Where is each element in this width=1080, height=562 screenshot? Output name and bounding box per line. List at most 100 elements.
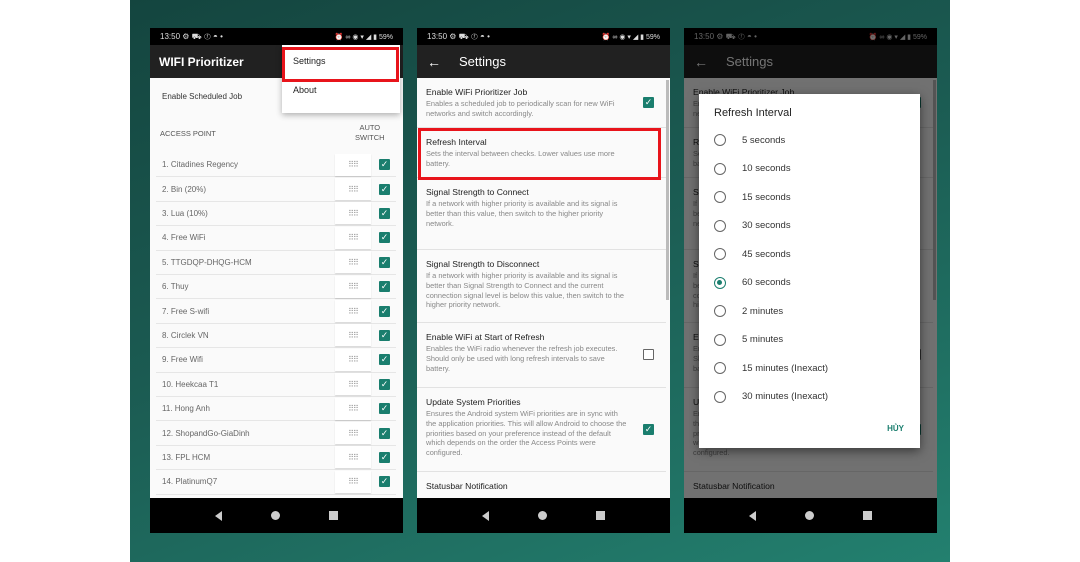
access-point-name: 12. ShopandGo-GiaDinh bbox=[162, 428, 250, 438]
auto-switch-checkbox[interactable]: ✓ bbox=[379, 183, 390, 195]
radio-option[interactable]: 30 minutes (Inexact) bbox=[714, 387, 828, 407]
enable-scheduled-job-label[interactable]: Enable Scheduled Job bbox=[162, 92, 242, 101]
auto-switch-checkbox[interactable]: ✓ bbox=[379, 329, 390, 341]
radio-option[interactable]: 2 minutes bbox=[714, 301, 783, 321]
drag-handle-icon[interactable]: ⠿⠿ bbox=[335, 373, 371, 396]
radio-option[interactable]: 10 seconds bbox=[714, 159, 791, 179]
back-icon[interactable] bbox=[481, 510, 489, 521]
highlight-refresh-interval bbox=[418, 128, 661, 180]
radio-option-label: 2 minutes bbox=[742, 305, 784, 317]
access-point-name: 6. Thuy bbox=[162, 282, 189, 292]
auto-switch-checkbox[interactable]: ✓ bbox=[379, 354, 390, 366]
drag-handle-icon[interactable]: ⠿⠿ bbox=[335, 300, 371, 323]
setting-item[interactable]: Signal Strength to Disconnect If a networ… bbox=[417, 250, 666, 323]
auto-switch-checkbox[interactable]: ✓ bbox=[379, 207, 390, 219]
drag-handle-icon[interactable]: ⠿⠿ bbox=[335, 226, 371, 249]
radio-option[interactable]: 30 seconds bbox=[714, 216, 791, 236]
auto-switch-checkbox[interactable]: ✓ bbox=[379, 476, 390, 488]
drag-handle-icon[interactable]: ⠿⠿ bbox=[335, 397, 371, 420]
radio-option-label: 10 seconds bbox=[742, 163, 791, 174]
access-point-row[interactable]: 1. Citadines Regency ⠿⠿ ✓ bbox=[156, 153, 396, 178]
drag-handle-icon[interactable]: ⠿⠿ bbox=[335, 202, 371, 225]
access-point-row[interactable]: 5. TTGDQP-DHQG-HCM ⠿⠿ ✓ bbox=[156, 251, 396, 275]
drag-handle-icon[interactable]: ⠿⠿ bbox=[335, 251, 371, 274]
setting-checkbox[interactable]: ✓ bbox=[643, 96, 654, 108]
back-icon[interactable] bbox=[748, 510, 756, 521]
radio-option[interactable]: 15 minutes (Inexact) bbox=[714, 358, 828, 378]
menu-item-about[interactable]: About bbox=[293, 85, 317, 95]
radio-option-label: 30 seconds bbox=[742, 220, 791, 231]
drag-handle-icon[interactable]: ⠿⠿ bbox=[335, 348, 371, 371]
access-point-name: 9. Free Wifi bbox=[162, 355, 203, 365]
access-point-name: 10. Heekcaa T1 bbox=[162, 379, 219, 389]
access-point-row[interactable]: 3. Lua (10%) ⠿⠿ ✓ bbox=[156, 202, 396, 227]
drag-handle-icon[interactable]: ⠿⠿ bbox=[335, 324, 371, 347]
drag-handle-icon[interactable]: ⠿⠿ bbox=[335, 470, 371, 493]
access-point-row[interactable]: 6. Thuy ⠿⠿ ✓ bbox=[156, 275, 396, 300]
battery-level: 59% bbox=[645, 33, 660, 41]
access-point-row[interactable]: 14. PlatinumQ7 ⠿⠿ ✓ bbox=[156, 470, 396, 495]
drag-handle-icon[interactable]: ⠿⠿ bbox=[335, 178, 371, 201]
setting-item[interactable]: Enable WiFi at Start of Refresh Enables t… bbox=[417, 323, 666, 388]
radio-button-icon[interactable] bbox=[714, 276, 726, 289]
drag-handle-icon[interactable]: ⠿⠿ bbox=[335, 446, 371, 469]
radio-button-icon[interactable] bbox=[714, 362, 726, 374]
access-point-row[interactable]: 11. Hong Anh ⠿⠿ ✓ bbox=[156, 397, 396, 422]
auto-switch-checkbox[interactable]: ✓ bbox=[379, 403, 390, 415]
back-arrow-icon[interactable]: ← bbox=[427, 54, 441, 70]
setting-item[interactable]: Enable WiFi Prioritizer Job Enables a sch… bbox=[417, 78, 666, 128]
radio-option[interactable]: 15 seconds bbox=[714, 187, 791, 207]
radio-button-icon[interactable] bbox=[714, 191, 726, 203]
auto-switch-checkbox[interactable]: ✓ bbox=[379, 159, 390, 171]
access-point-row[interactable]: 2. Bin (20%) ⠿⠿ ✓ bbox=[156, 177, 396, 202]
cancel-button[interactable]: HỦY bbox=[887, 424, 904, 433]
auto-switch-checkbox[interactable]: ✓ bbox=[379, 378, 390, 390]
back-icon[interactable] bbox=[214, 510, 222, 521]
recents-icon[interactable] bbox=[596, 511, 606, 520]
recents-icon[interactable] bbox=[329, 511, 339, 520]
radio-button-icon[interactable] bbox=[714, 333, 726, 346]
access-point-name: 8. Circlek VN bbox=[162, 330, 209, 340]
radio-option[interactable]: 5 seconds bbox=[714, 130, 785, 150]
radio-option-label: 15 minutes (Inexact) bbox=[742, 362, 829, 374]
auto-switch-checkbox[interactable]: ✓ bbox=[379, 427, 390, 439]
setting-checkbox[interactable] bbox=[643, 349, 654, 360]
radio-option[interactable]: 60 seconds bbox=[714, 273, 791, 293]
home-icon[interactable] bbox=[537, 511, 547, 520]
home-icon[interactable] bbox=[270, 511, 280, 520]
access-point-row[interactable]: 10. Heekcaa T1 ⠿⠿ ✓ bbox=[156, 373, 396, 397]
drag-handle-icon[interactable]: ⠿⠿ bbox=[335, 422, 371, 445]
access-point-name: 5. TTGDQP-DHQG-HCM bbox=[162, 257, 252, 267]
setting-summary: Enables a scheduled job to periodically … bbox=[426, 99, 615, 118]
drag-handle-icon[interactable]: ⠿⠿ bbox=[335, 153, 371, 176]
radio-button-icon[interactable] bbox=[714, 134, 726, 146]
setting-summary: Ensures the Android system WiFi prioriti… bbox=[426, 409, 627, 458]
auto-switch-checkbox[interactable]: ✓ bbox=[379, 281, 390, 293]
access-point-name: 7. Free S-wifi bbox=[162, 306, 210, 316]
radio-button-icon[interactable] bbox=[714, 305, 726, 317]
access-point-row[interactable]: 4. Free WiFi ⠿⠿ ✓ bbox=[156, 226, 396, 251]
setting-checkbox[interactable]: ✓ bbox=[643, 423, 654, 435]
auto-switch-checkbox[interactable]: ✓ bbox=[379, 305, 390, 317]
access-point-row[interactable]: 9. Free Wifi ⠿⠿ ✓ bbox=[156, 348, 396, 373]
setting-item[interactable]: Update System Priorities Ensures the Andr… bbox=[417, 388, 666, 472]
access-point-row[interactable]: 8. Circlek VN ⠿⠿ ✓ bbox=[156, 324, 396, 349]
access-point-row[interactable]: 13. FPL HCM ⠿⠿ ✓ bbox=[156, 446, 396, 471]
radio-option[interactable]: 45 seconds bbox=[714, 244, 791, 264]
drag-handle-icon[interactable]: ⠿⠿ bbox=[335, 275, 371, 298]
radio-option[interactable]: 5 minutes bbox=[714, 330, 783, 350]
access-point-row[interactable]: 12. ShopandGo-GiaDinh ⠿⠿ ✓ bbox=[156, 421, 396, 446]
scrollbar[interactable] bbox=[666, 80, 669, 300]
auto-switch-checkbox[interactable]: ✓ bbox=[379, 232, 390, 244]
radio-button-icon[interactable] bbox=[714, 219, 726, 232]
home-icon[interactable] bbox=[804, 511, 814, 520]
auto-switch-checkbox[interactable]: ✓ bbox=[379, 451, 390, 463]
auto-switch-checkbox[interactable]: ✓ bbox=[379, 256, 390, 268]
setting-item[interactable]: Signal Strength to Connect If a network w… bbox=[417, 178, 666, 250]
radio-button-icon[interactable] bbox=[714, 248, 726, 260]
radio-button-icon[interactable] bbox=[714, 390, 726, 403]
access-point-row[interactable]: 7. Free S-wifi ⠿⠿ ✓ bbox=[156, 299, 396, 324]
access-point-name: 4. Free WiFi bbox=[162, 233, 206, 243]
recents-icon[interactable] bbox=[863, 511, 873, 520]
radio-button-icon[interactable] bbox=[714, 162, 726, 175]
